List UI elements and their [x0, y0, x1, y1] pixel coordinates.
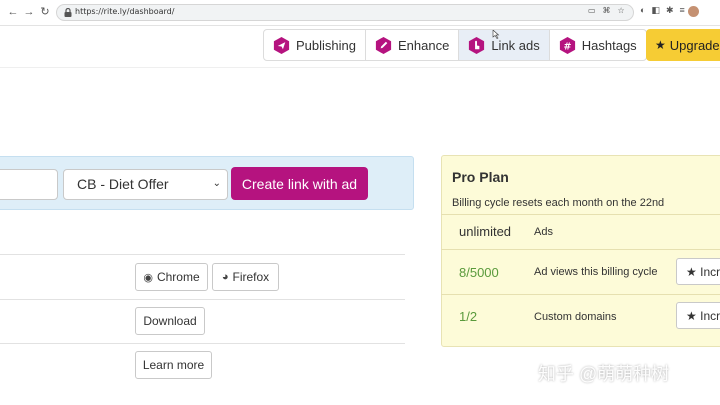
button-label: Incr: [700, 265, 720, 279]
star-icon: ★: [686, 309, 697, 323]
plan-subtitle: Billing cycle resets each month on the 2…: [452, 197, 665, 209]
tab-hashtags[interactable]: # Hashtags: [550, 30, 646, 60]
watermark: 知乎 @萌萌种树: [538, 364, 670, 384]
extension-icons[interactable]: ◐◧✱≡: [640, 5, 691, 16]
increase-ad-views-button[interactable]: ★ Incr: [676, 258, 720, 285]
back-icon[interactable]: ←: [6, 5, 20, 19]
url-text: https://rite.ly/dashboard/: [75, 7, 175, 16]
pencil-icon: [375, 36, 392, 54]
button-label: Firefox: [232, 270, 270, 284]
tab-publishing[interactable]: Publishing: [264, 30, 366, 60]
learn-more-button[interactable]: Learn more: [135, 351, 212, 379]
main-nav-tabs: Publishing Enhance Link ads # Hashtags: [263, 29, 647, 61]
ad-views-count: 8/5000: [459, 265, 499, 280]
lock-icon: [64, 8, 72, 17]
reload-icon[interactable]: ↻: [38, 5, 52, 19]
ad-views-label: Ad views this billing cycle: [534, 266, 658, 278]
offer-select-value: CB - Diet Offer: [77, 176, 169, 192]
row-divider: [0, 299, 405, 300]
mouse-cursor-icon: [492, 30, 500, 39]
tab-link-ads[interactable]: Link ads: [459, 30, 550, 60]
ads-count: unlimited: [459, 224, 512, 239]
plan-title: Pro Plan: [452, 169, 509, 185]
plan-divider: [441, 249, 720, 250]
tab-label: Enhance: [398, 37, 450, 53]
tab-label: Link ads: [491, 37, 540, 53]
chevron-down-icon: ⌄: [212, 178, 221, 189]
profile-avatar[interactable]: [688, 6, 699, 17]
browser-toolbar: ← → ↻ https://rite.ly/dashboard/ ▭⌘☆ ◐◧✱…: [0, 0, 720, 26]
create-link-button[interactable]: Create link with ad: [231, 167, 368, 200]
custom-domains-count: 1/2: [459, 309, 478, 324]
plan-divider: [441, 294, 720, 295]
upgrade-button[interactable]: ★ Upgrade: [646, 29, 720, 61]
tab-enhance[interactable]: Enhance: [366, 30, 460, 60]
increase-domains-button[interactable]: ★ Incr: [676, 302, 720, 329]
tab-label: Publishing: [296, 37, 356, 53]
paper-plane-icon: [273, 36, 290, 54]
button-label: Chrome: [156, 270, 200, 284]
address-bar-icons[interactable]: ▭⌘☆: [588, 6, 632, 15]
custom-domains-label: Custom domains: [534, 311, 617, 323]
chrome-icon: ◉: [143, 271, 153, 284]
tab-label: Hashtags: [581, 37, 637, 53]
download-button[interactable]: Download: [135, 307, 205, 335]
pointer-hand-icon: [469, 36, 485, 54]
row-divider: [0, 343, 405, 344]
firefox-icon: ◕: [221, 271, 229, 283]
row-divider: [0, 254, 405, 255]
svg-text:#: #: [563, 41, 571, 52]
address-bar[interactable]: https://rite.ly/dashboard/: [56, 4, 634, 21]
chrome-extension-button[interactable]: ◉ Chrome: [135, 263, 208, 291]
upgrade-label: Upgrade: [669, 37, 720, 53]
forward-icon[interactable]: →: [22, 5, 36, 19]
link-url-input[interactable]: [0, 169, 58, 200]
button-label: Incr: [700, 309, 720, 323]
star-icon: ★: [686, 265, 697, 279]
hashtag-icon: #: [559, 36, 575, 54]
offer-select[interactable]: CB - Diet Offer ⌄: [63, 169, 228, 200]
ads-label: Ads: [534, 226, 553, 238]
star-icon: ★: [655, 38, 666, 52]
plan-divider: [441, 214, 720, 215]
firefox-extension-button[interactable]: ◕ Firefox: [212, 263, 279, 291]
